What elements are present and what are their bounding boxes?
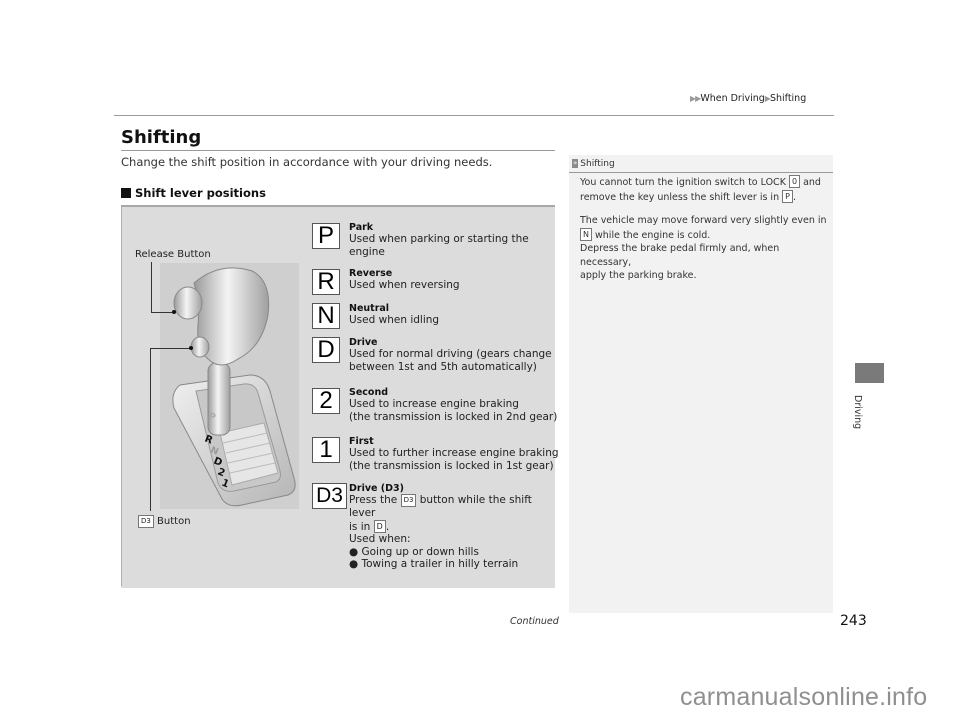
watermark[interactable]: carmanualsonline.info xyxy=(680,683,927,712)
callout-line xyxy=(151,262,152,312)
note-body: You cannot turn the ignition switch to L… xyxy=(580,175,830,283)
gear-symbol-n: N xyxy=(312,302,340,329)
breadcrumb: ▶▶When Driving▶Shifting xyxy=(690,93,806,104)
square-bullet-icon xyxy=(121,188,131,198)
gear-title: Drive xyxy=(349,337,378,348)
n-key-icon: N xyxy=(580,227,592,241)
gear-symbol-r: R xyxy=(312,268,340,295)
gear-symbol-p: P xyxy=(312,222,340,249)
gear-symbol-2: 2 xyxy=(312,387,340,414)
note-divider xyxy=(569,172,833,173)
lock-0-key-icon: 0 xyxy=(788,175,801,188)
chapter-tab-label-wrap: Driving xyxy=(852,395,897,429)
note-paragraph: You cannot turn the ignition switch to L… xyxy=(580,175,821,203)
breadcrumb-item[interactable]: Shifting xyxy=(770,93,806,104)
breadcrumb-item[interactable]: When Driving xyxy=(700,93,764,104)
release-button-label: Release Button xyxy=(135,249,211,260)
d3-button[interactable] xyxy=(190,336,210,358)
reference-icon: » xyxy=(572,159,579,168)
gear-desc: Used for normal driving (gears change xyxy=(349,348,552,360)
page-title: Shifting xyxy=(121,127,202,148)
bullet-item: ● Going up or down hills xyxy=(349,545,479,558)
gear-symbol-1: 1 xyxy=(312,436,340,463)
gear-desc: between 1st and 5th automatically) xyxy=(349,360,537,373)
gear-desc: Used when: xyxy=(349,533,411,545)
continued-label: Continued xyxy=(510,616,559,627)
gear-entry-neutral: Neutral Used when idling xyxy=(349,303,439,327)
callout-line xyxy=(150,348,190,349)
gear-symbol-d3: D3 xyxy=(312,483,347,509)
gear-title: Park xyxy=(349,222,374,233)
gear-title: Second xyxy=(349,387,389,398)
gear-entry-first: First Used to further increase engine br… xyxy=(349,436,559,472)
d3-key-icon: D3 xyxy=(400,494,417,507)
gear-entry-drive-d3: Drive (D3) Press the D3 button while the… xyxy=(349,483,554,570)
header-divider xyxy=(114,115,834,116)
bullet-item: ● Towing a trailer in hilly terrain xyxy=(349,557,519,570)
gear-entry-second: Second Used to increase engine braking (… xyxy=(349,387,557,423)
release-button[interactable] xyxy=(173,286,203,320)
gear-title: Drive (D3) xyxy=(349,483,404,494)
gear-entry-drive: Drive Used for normal driving (gears cha… xyxy=(349,337,552,373)
gear-desc: engine xyxy=(349,245,385,258)
callout-line xyxy=(151,312,173,313)
page-number: 243 xyxy=(840,613,867,629)
d-key-icon: D xyxy=(373,519,386,533)
gear-title: Reverse xyxy=(349,268,393,279)
callout-dot xyxy=(189,346,193,350)
gear-title: Neutral xyxy=(349,303,390,314)
gear-desc: Used when parking or starting the xyxy=(349,233,529,245)
gear-title: First xyxy=(349,436,374,447)
title-divider xyxy=(121,150,555,151)
callout-line xyxy=(150,348,151,511)
intro-text: Change the shift position in accordance … xyxy=(121,155,493,169)
chapter-tab-label: Driving xyxy=(852,395,863,430)
gear-entry-reverse: Reverse Used when reversing xyxy=(349,268,460,292)
breadcrumb-arrow-icon: ▶▶ xyxy=(690,94,701,103)
shift-lever-illustration: P R N D 2 1 xyxy=(160,263,299,509)
gear-desc: (the transmission is locked in 1st gear) xyxy=(349,459,554,472)
gear-desc: Used to increase engine braking xyxy=(349,398,519,410)
gear-desc: (the transmission is locked in 2nd gear) xyxy=(349,410,558,423)
d3-button-label: D3 Button xyxy=(138,515,191,528)
gear-desc: is in D. xyxy=(349,519,390,533)
chapter-tab[interactable] xyxy=(855,363,884,383)
section-heading: Shift lever positions xyxy=(121,186,266,200)
d3-button-text: Button xyxy=(157,516,191,527)
p-key-icon: P xyxy=(782,189,793,203)
gear-desc: Press the D3 button while the shift leve… xyxy=(349,494,532,519)
note-paragraph: The vehicle may move forward very slight… xyxy=(580,215,827,241)
panel-border xyxy=(121,207,122,586)
d3-key-icon: D3 xyxy=(138,515,154,528)
note-heading: » Shifting xyxy=(572,159,615,169)
gear-desc: Used when reversing xyxy=(349,279,460,291)
gear-desc: Used when idling xyxy=(349,314,440,326)
callout-dot xyxy=(172,310,176,314)
note-paragraph: Depress the brake pedal firmly and, when… xyxy=(580,243,780,281)
gear-symbol-d: D xyxy=(312,336,340,363)
gear-desc: Used to further increase engine braking xyxy=(349,447,559,459)
gear-entry-park: Park Used when parking or starting the e… xyxy=(349,222,529,258)
shift-lever-drawing: P R N D 2 1 xyxy=(172,267,296,507)
section-heading-text: Shift lever positions xyxy=(135,186,266,200)
